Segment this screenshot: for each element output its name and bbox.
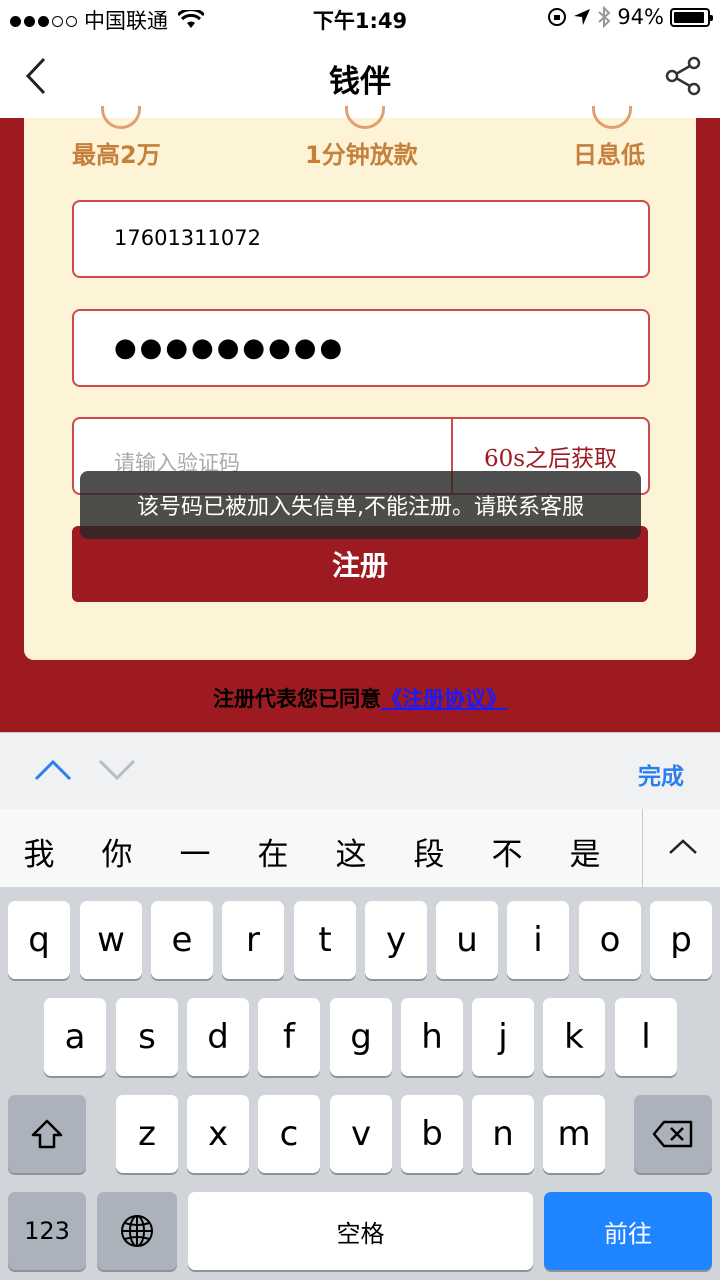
candidate-word[interactable]: 在 bbox=[248, 829, 298, 874]
agreement-link[interactable]: 《注册协议》 bbox=[381, 687, 507, 711]
key-o[interactable]: o bbox=[579, 901, 641, 979]
key-t[interactable]: t bbox=[294, 901, 356, 979]
page-title: 钱伴 bbox=[329, 64, 391, 100]
next-field-icon[interactable] bbox=[98, 757, 136, 783]
keyboard: q w e r t y u i o p a s d f g h j k l z … bbox=[0, 887, 720, 1280]
keyboard-accessory-bar: 完成 bbox=[0, 732, 720, 811]
candidate-bar: 我 你 一 在 这 段 不 是 bbox=[0, 809, 720, 888]
feature-speed: 1分钟放款 bbox=[305, 141, 418, 169]
candidate-word[interactable]: 我 bbox=[14, 829, 64, 874]
numbers-key[interactable]: 123 bbox=[8, 1192, 86, 1270]
password-value: ●●●●●●●●● bbox=[114, 333, 346, 363]
shift-icon bbox=[31, 1119, 63, 1149]
error-toast: 该号码已被加入失信单,不能注册。请联系客服 bbox=[80, 471, 641, 539]
candidate-word[interactable]: 你 bbox=[92, 829, 142, 874]
candidate-word[interactable]: 一 bbox=[170, 829, 220, 874]
battery-icon bbox=[670, 7, 713, 27]
feature-limit: 最高2万 bbox=[72, 141, 161, 169]
key-e[interactable]: e bbox=[151, 901, 213, 979]
backspace-icon bbox=[652, 1120, 693, 1148]
globe-icon bbox=[121, 1215, 153, 1247]
globe-key[interactable] bbox=[97, 1192, 177, 1270]
expand-candidates-button[interactable] bbox=[642, 809, 720, 887]
backspace-key[interactable] bbox=[634, 1095, 712, 1173]
agreement-text: 注册代表您已同意《注册协议》 bbox=[0, 683, 720, 713]
space-key[interactable]: 空格 bbox=[188, 1192, 533, 1270]
key-p[interactable]: p bbox=[650, 901, 712, 979]
key-y[interactable]: y bbox=[365, 901, 427, 979]
key-w[interactable]: w bbox=[80, 901, 142, 979]
key-k[interactable]: k bbox=[543, 998, 605, 1076]
done-button[interactable]: 完成 bbox=[638, 757, 684, 791]
key-g[interactable]: g bbox=[330, 998, 392, 1076]
candidate-word[interactable]: 是 bbox=[560, 829, 610, 874]
key-h[interactable]: h bbox=[401, 998, 463, 1076]
key-n[interactable]: n bbox=[472, 1095, 534, 1173]
previous-field-icon[interactable] bbox=[34, 757, 72, 783]
key-u[interactable]: u bbox=[436, 901, 498, 979]
key-l[interactable]: l bbox=[615, 998, 677, 1076]
key-v[interactable]: v bbox=[330, 1095, 392, 1173]
key-q[interactable]: q bbox=[8, 901, 70, 979]
chevron-up-icon bbox=[669, 839, 697, 854]
candidate-word[interactable]: 不 bbox=[482, 829, 532, 874]
rotation-lock-icon bbox=[548, 8, 567, 26]
candidate-word[interactable]: 段 bbox=[404, 829, 454, 874]
share-icon[interactable] bbox=[664, 56, 704, 96]
key-z[interactable]: z bbox=[116, 1095, 178, 1173]
phone-input[interactable]: 17601311072 bbox=[72, 200, 650, 278]
key-j[interactable]: j bbox=[472, 998, 534, 1076]
key-d[interactable]: d bbox=[187, 998, 249, 1076]
key-x[interactable]: x bbox=[187, 1095, 249, 1173]
location-icon bbox=[574, 9, 591, 25]
key-s[interactable]: s bbox=[116, 998, 178, 1076]
key-f[interactable]: f bbox=[258, 998, 320, 1076]
key-c[interactable]: c bbox=[258, 1095, 320, 1173]
status-right-group: 94% bbox=[547, 5, 713, 29]
key-a[interactable]: a bbox=[44, 998, 106, 1076]
bluetooth-icon bbox=[598, 6, 611, 28]
agreement-prefix: 注册代表您已同意 bbox=[213, 687, 381, 711]
password-input[interactable]: ●●●●●●●●● bbox=[72, 309, 650, 387]
battery-percent: 94% bbox=[617, 5, 664, 29]
status-bar: 中国联通 下午1:49 94% bbox=[0, 0, 720, 36]
phone-value: 17601311072 bbox=[114, 226, 261, 250]
key-m[interactable]: m bbox=[543, 1095, 605, 1173]
key-i[interactable]: i bbox=[507, 901, 569, 979]
feature-rate: 日息低 bbox=[573, 141, 645, 169]
key-b[interactable]: b bbox=[401, 1095, 463, 1173]
shift-key[interactable] bbox=[8, 1095, 86, 1173]
key-r[interactable]: r bbox=[222, 901, 284, 979]
go-key[interactable]: 前往 bbox=[544, 1192, 712, 1270]
candidate-word[interactable]: 这 bbox=[326, 829, 376, 874]
